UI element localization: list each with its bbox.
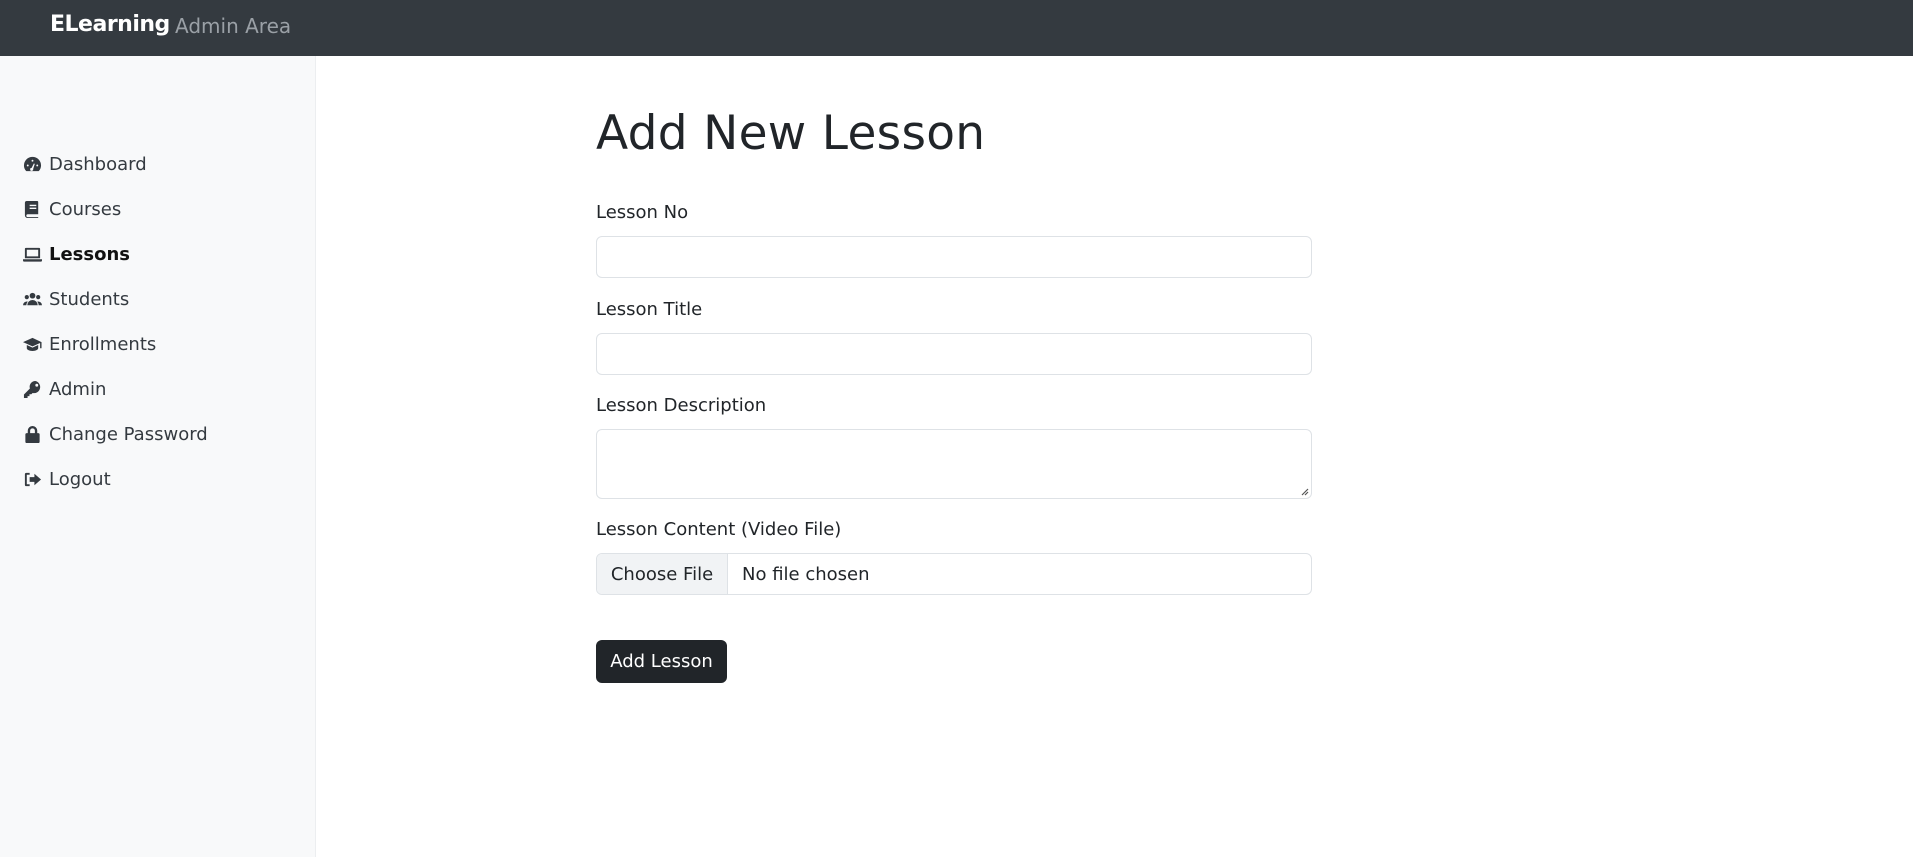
sidebar-item-courses[interactable]: Courses xyxy=(23,194,121,224)
sidebar-item-label: Courses xyxy=(49,198,122,220)
sidebar-item-admin[interactable]: Admin xyxy=(23,374,106,404)
sidebar-item-label: Change Password xyxy=(49,423,208,445)
lesson-description-label: Lesson Description xyxy=(596,395,767,416)
add-lesson-button[interactable]: Add Lesson xyxy=(596,640,727,683)
page-title: Add New Lesson xyxy=(596,106,986,161)
sidebar-item-label: Students xyxy=(49,288,130,310)
sidebar-item-logout[interactable]: Logout xyxy=(23,464,111,494)
lesson-content-file-input[interactable]: Choose File No file chosen xyxy=(596,553,1312,595)
laptop-icon xyxy=(23,244,45,264)
key-icon xyxy=(23,379,45,399)
lesson-content-label: Lesson Content (Video File) xyxy=(596,519,842,540)
resize-handle-icon[interactable] xyxy=(1299,486,1309,496)
dashboard-gauge-icon xyxy=(23,154,45,174)
file-status-text: No file chosen xyxy=(742,563,870,585)
graduation-cap-icon xyxy=(23,334,45,354)
sidebar-item-label: Admin xyxy=(49,378,107,400)
choose-file-button[interactable]: Choose File xyxy=(597,554,728,594)
lesson-no-label: Lesson No xyxy=(596,202,689,223)
lesson-no-input[interactable] xyxy=(596,236,1312,278)
lesson-title-input[interactable] xyxy=(596,333,1312,375)
sidebar-item-label: Lessons xyxy=(49,243,130,265)
brand-logo[interactable]: ELearning xyxy=(50,12,170,37)
sidebar-item-label: Dashboard xyxy=(49,153,147,175)
sidebar-item-enrollments[interactable]: Enrollments xyxy=(23,329,156,359)
sidebar-item-label: Enrollments xyxy=(49,333,157,355)
lesson-description-textarea[interactable] xyxy=(596,429,1312,499)
book-icon xyxy=(23,199,45,219)
top-navbar: ELearning Admin Area xyxy=(0,0,1913,56)
sidebar-item-students[interactable]: Students xyxy=(23,284,129,314)
sidebar-item-lessons[interactable]: Lessons xyxy=(23,239,130,269)
brand-subtitle: Admin Area xyxy=(175,14,292,38)
sidebar-item-change-password[interactable]: Change Password xyxy=(23,419,208,449)
sidebar: Dashboard Courses Lessons Students Enrol… xyxy=(0,56,316,857)
sidebar-item-label: Logout xyxy=(49,468,111,490)
users-icon xyxy=(23,289,45,309)
sign-out-icon xyxy=(23,469,45,489)
lesson-title-label: Lesson Title xyxy=(596,299,703,320)
lock-icon xyxy=(23,424,45,444)
sidebar-item-dashboard[interactable]: Dashboard xyxy=(23,149,147,179)
